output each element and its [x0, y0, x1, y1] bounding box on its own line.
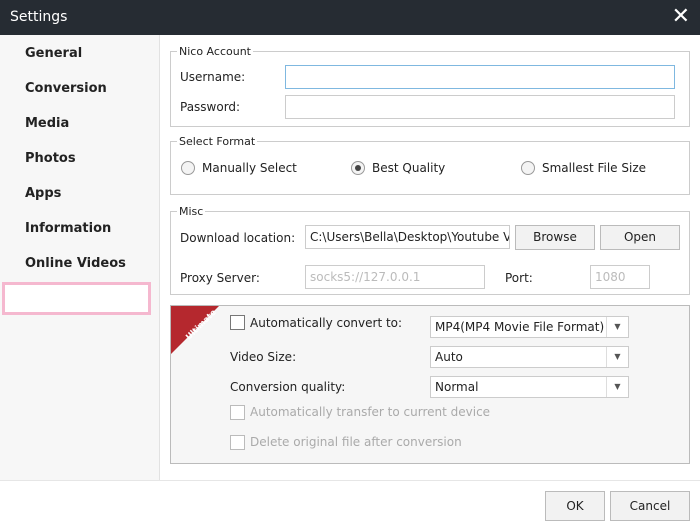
open-button[interactable]: Open [600, 225, 680, 250]
username-label: Username: [180, 70, 246, 84]
auto-transfer-label: Automatically transfer to current device [250, 405, 491, 419]
cancel-button[interactable]: Cancel [610, 491, 690, 521]
password-input[interactable] [285, 95, 675, 119]
selected-highlight [2, 282, 151, 315]
sidebar-item-conversion[interactable]: Conversion [25, 81, 107, 96]
ultimate-badge: Ultimate [171, 306, 219, 354]
chevron-down-icon: ▼ [606, 347, 628, 367]
proxy-server-label: Proxy Server: [180, 271, 260, 285]
port-label: Port: [505, 271, 533, 285]
sidebar-item-photos[interactable]: Photos [25, 151, 76, 166]
nico-account-legend: Nico Account [179, 45, 251, 58]
sidebar-item-media[interactable]: Media [25, 116, 69, 131]
password-label: Password: [180, 100, 241, 114]
smallest-file-size-radio[interactable] [521, 161, 535, 175]
best-quality-label[interactable]: Best Quality [372, 161, 445, 175]
username-input[interactable] [285, 65, 675, 89]
video-size-dropdown[interactable]: Auto ▼ [430, 346, 629, 368]
sidebar-item-apps[interactable]: Apps [25, 186, 61, 201]
browse-button[interactable]: Browse [515, 225, 595, 250]
auto-convert-label[interactable]: Automatically convert to: [250, 316, 402, 330]
download-location-input[interactable]: C:\Users\Bella\Desktop\Youtube Vide [305, 225, 510, 249]
proxy-server-input[interactable]: socks5://127.0.0.1 [305, 265, 485, 289]
delete-original-label: Delete original file after conversion [250, 435, 462, 449]
window-title: Settings [10, 9, 68, 25]
sidebar-item-online-videos[interactable]: Online Videos [25, 256, 126, 271]
manually-select-radio[interactable] [181, 161, 195, 175]
sidebar: General Conversion Media Photos Apps Inf… [0, 35, 160, 480]
video-size-label: Video Size: [230, 350, 297, 364]
format-value: MP4(MP4 Movie File Format) [435, 320, 605, 334]
chevron-down-icon: ▼ [606, 317, 628, 337]
video-size-value: Auto [435, 350, 463, 364]
auto-convert-checkbox[interactable] [230, 315, 245, 330]
conversion-quality-dropdown[interactable]: Normal ▼ [430, 376, 629, 398]
best-quality-radio[interactable] [351, 161, 365, 175]
conversion-quality-value: Normal [435, 380, 479, 394]
close-icon[interactable]: ✕ [672, 4, 690, 29]
sidebar-item-general[interactable]: General [25, 46, 82, 61]
port-input[interactable]: 1080 [590, 265, 650, 289]
download-location-label: Download location: [180, 231, 296, 245]
delete-original-checkbox[interactable] [230, 435, 245, 450]
select-format-legend: Select Format [179, 135, 256, 148]
manually-select-label[interactable]: Manually Select [202, 161, 297, 175]
conversion-quality-label: Conversion quality: [230, 380, 346, 394]
chevron-down-icon: ▼ [606, 377, 628, 397]
title-bar: Settings ✕ [0, 0, 700, 35]
smallest-file-size-label[interactable]: Smallest File Size [542, 161, 646, 175]
sidebar-item-information[interactable]: Information [25, 221, 111, 236]
footer: OK Cancel [0, 480, 700, 530]
misc-legend: Misc [179, 205, 204, 218]
ok-button[interactable]: OK [545, 491, 605, 521]
format-dropdown[interactable]: MP4(MP4 Movie File Format) ▼ [430, 316, 629, 338]
auto-transfer-checkbox[interactable] [230, 405, 245, 420]
